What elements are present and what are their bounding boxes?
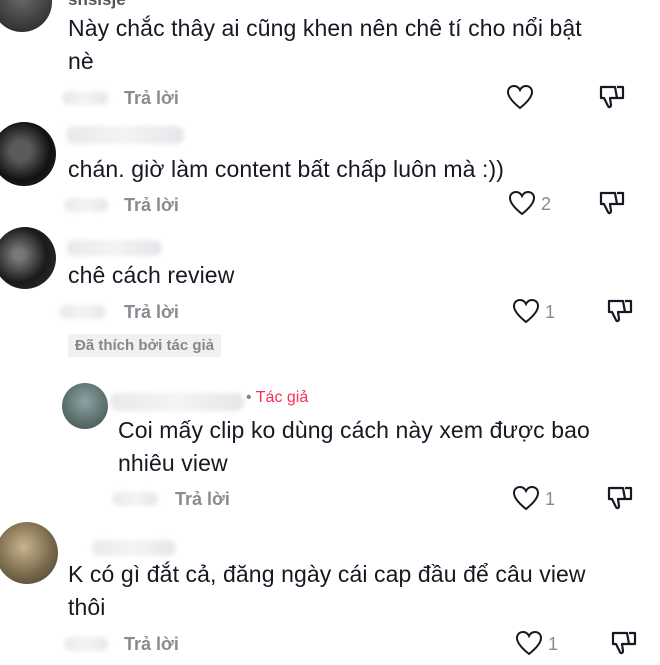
avatar[interactable]	[0, 227, 56, 289]
username[interactable]: shsisje	[68, 0, 126, 10]
heart-icon[interactable]	[515, 630, 543, 656]
avatar[interactable]	[62, 383, 108, 429]
comment-text-line-2: nhiêu view	[118, 450, 228, 476]
blurred-username	[110, 393, 244, 411]
dislike-icon[interactable]	[610, 629, 638, 657]
dislike-icon[interactable]	[598, 189, 626, 217]
reply-button[interactable]: Trả lời	[124, 634, 179, 655]
avatar[interactable]	[0, 522, 58, 584]
blurred-date	[64, 198, 108, 212]
reply-button[interactable]: Trả lời	[175, 489, 230, 510]
blurred-username	[66, 126, 184, 144]
blurred-date	[112, 492, 158, 506]
comment-text-line-1: chê cách review	[68, 262, 235, 288]
dislike-icon[interactable]	[606, 297, 634, 325]
avatar[interactable]	[0, 0, 52, 32]
heart-icon[interactable]	[512, 298, 540, 324]
dot-separator: •	[246, 389, 256, 406]
comment-text-line-2: nè	[68, 48, 94, 74]
reply-button[interactable]: Trả lời	[124, 302, 179, 323]
blurred-username	[92, 540, 176, 556]
blurred-date	[64, 637, 108, 651]
heart-icon[interactable]	[506, 84, 534, 110]
like-count: 1	[548, 634, 559, 654]
heart-icon[interactable]	[508, 190, 536, 216]
liked-by-author-badge: Đã thích bởi tác giả	[68, 334, 222, 357]
reply-button[interactable]: Trả lời	[124, 88, 179, 109]
author-tag: • Tác giả	[246, 389, 308, 407]
heart-icon[interactable]	[512, 485, 540, 511]
blurred-date	[62, 91, 108, 105]
comment-text-line-1: Coi mấy clip ko dùng cách này xem được b…	[118, 417, 590, 443]
avatar[interactable]	[0, 122, 56, 186]
comment-text-line-2: thôi	[68, 594, 106, 620]
comment-text-line-1: chán. giờ làm content bất chấp luôn mà :…	[68, 156, 505, 182]
like-count: 2	[541, 194, 552, 214]
like-count: 1	[545, 302, 556, 322]
author-label: Tác giả	[255, 389, 309, 406]
reply-button[interactable]: Trả lời	[124, 195, 179, 216]
comment-text-line-1: Này chắc thây ai cũng khen nên chê tí ch…	[68, 15, 582, 41]
comment-text-line-1: K có gì đắt cả, đăng ngày cái cap đầu để…	[68, 561, 586, 587]
blurred-username	[66, 240, 162, 256]
dislike-icon[interactable]	[606, 484, 634, 512]
dislike-icon[interactable]	[598, 83, 626, 111]
like-count: 1	[545, 489, 556, 509]
blurred-date	[60, 305, 106, 319]
